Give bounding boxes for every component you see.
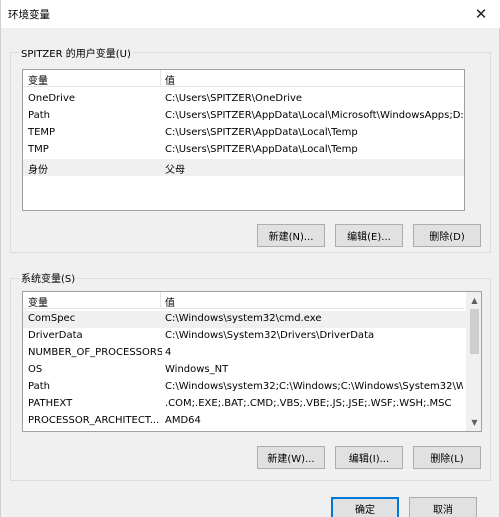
var-value: C:\Windows\system32\cmd.exe — [165, 313, 322, 324]
system-delete-button[interactable]: 删除(L) — [413, 446, 481, 469]
system-var-row-os[interactable]: OS Windows_NT — [23, 362, 466, 379]
system-var-row-processor-architecture[interactable]: PROCESSOR_ARCHITECT... AMD64 — [23, 413, 466, 430]
var-value: C:\Users\SPITZER\AppData\Local\Temp — [165, 144, 358, 155]
var-value: 父母 — [165, 165, 185, 176]
var-name: 身份 — [28, 165, 48, 176]
var-name: TEMP — [28, 127, 56, 138]
var-value: C:\Users\SPITZER\AppData\Local\Temp — [165, 127, 358, 138]
column-divider[interactable] — [160, 70, 161, 87]
var-value: AMD64 — [165, 415, 201, 426]
var-name: OneDrive — [28, 93, 76, 104]
system-var-row-driverdata[interactable]: DriverData C:\Windows\System32\Drivers\D… — [23, 328, 466, 345]
system-var-row-comspec[interactable]: ComSpec C:\Windows\system32\cmd.exe — [23, 311, 466, 328]
column-divider[interactable] — [160, 292, 161, 309]
var-value: Windows_NT — [165, 364, 229, 375]
scrollbar-thumb[interactable] — [470, 309, 479, 354]
user-var-row-identity[interactable]: 身份 父母 — [23, 159, 464, 176]
var-name: ComSpec — [28, 313, 76, 324]
var-name: NUMBER_OF_PROCESSORS — [28, 347, 162, 358]
var-name: Path — [28, 381, 50, 392]
var-value: C:\Users\SPITZER\OneDrive — [165, 93, 303, 104]
user-var-row-onedrive[interactable]: OneDrive C:\Users\SPITZER\OneDrive — [23, 91, 464, 108]
var-name: OS — [28, 364, 43, 375]
close-icon: ✕ — [474, 5, 488, 23]
var-value: C:\Windows\System32\Drivers\DriverData — [165, 330, 375, 341]
environment-variables-dialog: 环境变量 ✕ SPITZER 的用户变量(U) 变量 值 OneDrive C:… — [0, 0, 500, 517]
system-var-row-path[interactable]: Path C:\Windows\system32;C:\Windows;C:\W… — [23, 379, 466, 396]
user-edit-button[interactable]: 编辑(E)... — [335, 224, 403, 247]
cancel-button[interactable]: 取消 — [409, 497, 477, 517]
var-name: Path — [28, 110, 50, 121]
system-list-scrollbar[interactable]: ▲ ▼ — [466, 292, 481, 431]
close-button[interactable]: ✕ — [461, 0, 500, 28]
var-name: PROCESSOR_ARCHITECT... — [28, 415, 160, 426]
user-delete-button[interactable]: 删除(D) — [413, 224, 481, 247]
user-variables-label: SPITZER 的用户变量(U) — [19, 45, 133, 60]
system-variables-list[interactable]: 变量 值 ComSpec C:\Windows\system32\cmd.exe… — [22, 291, 482, 432]
var-value: .COM;.EXE;.BAT;.CMD;.VBS;.VBE;.JS;.JSE;.… — [165, 398, 452, 409]
scroll-down-icon[interactable]: ▼ — [466, 414, 481, 431]
column-header-name[interactable]: 变量 — [28, 72, 48, 87]
system-edit-button[interactable]: 编辑(I)... — [335, 446, 403, 469]
var-value: C:\Users\SPITZER\AppData\Local\Microsoft… — [165, 110, 463, 121]
column-header-name[interactable]: 变量 — [28, 294, 48, 309]
scroll-up-icon[interactable]: ▲ — [466, 292, 481, 309]
var-name: PATHEXT — [28, 398, 73, 409]
user-var-row-temp[interactable]: TEMP C:\Users\SPITZER\AppData\Local\Temp — [23, 125, 464, 142]
var-name: TMP — [28, 144, 49, 155]
system-variables-label: 系统变量(S) — [19, 270, 78, 285]
var-name: DriverData — [28, 330, 83, 341]
column-header-value[interactable]: 值 — [165, 294, 175, 309]
user-var-row-path[interactable]: Path C:\Users\SPITZER\AppData\Local\Micr… — [23, 108, 464, 125]
ok-button[interactable]: 确定 — [331, 497, 399, 517]
system-list-header: 变量 值 — [23, 292, 464, 309]
window-title: 环境变量 — [8, 9, 50, 21]
system-var-row-number-of-processors[interactable]: NUMBER_OF_PROCESSORS 4 — [23, 345, 466, 362]
user-list-header: 变量 值 — [23, 70, 464, 87]
system-var-row-pathext[interactable]: PATHEXT .COM;.EXE;.BAT;.CMD;.VBS;.VBE;.J… — [23, 396, 466, 413]
var-value: C:\Windows\system32;C:\Windows;C:\Window… — [165, 381, 463, 392]
user-new-button[interactable]: 新建(N)... — [257, 224, 325, 247]
user-var-row-tmp[interactable]: TMP C:\Users\SPITZER\AppData\Local\Temp — [23, 142, 464, 159]
title-bar: 环境变量 ✕ — [1, 0, 500, 28]
system-new-button[interactable]: 新建(W)... — [257, 446, 325, 469]
user-variables-list[interactable]: 变量 值 OneDrive C:\Users\SPITZER\OneDrive … — [22, 69, 465, 211]
column-header-value[interactable]: 值 — [165, 72, 175, 87]
var-value: 4 — [165, 347, 172, 358]
